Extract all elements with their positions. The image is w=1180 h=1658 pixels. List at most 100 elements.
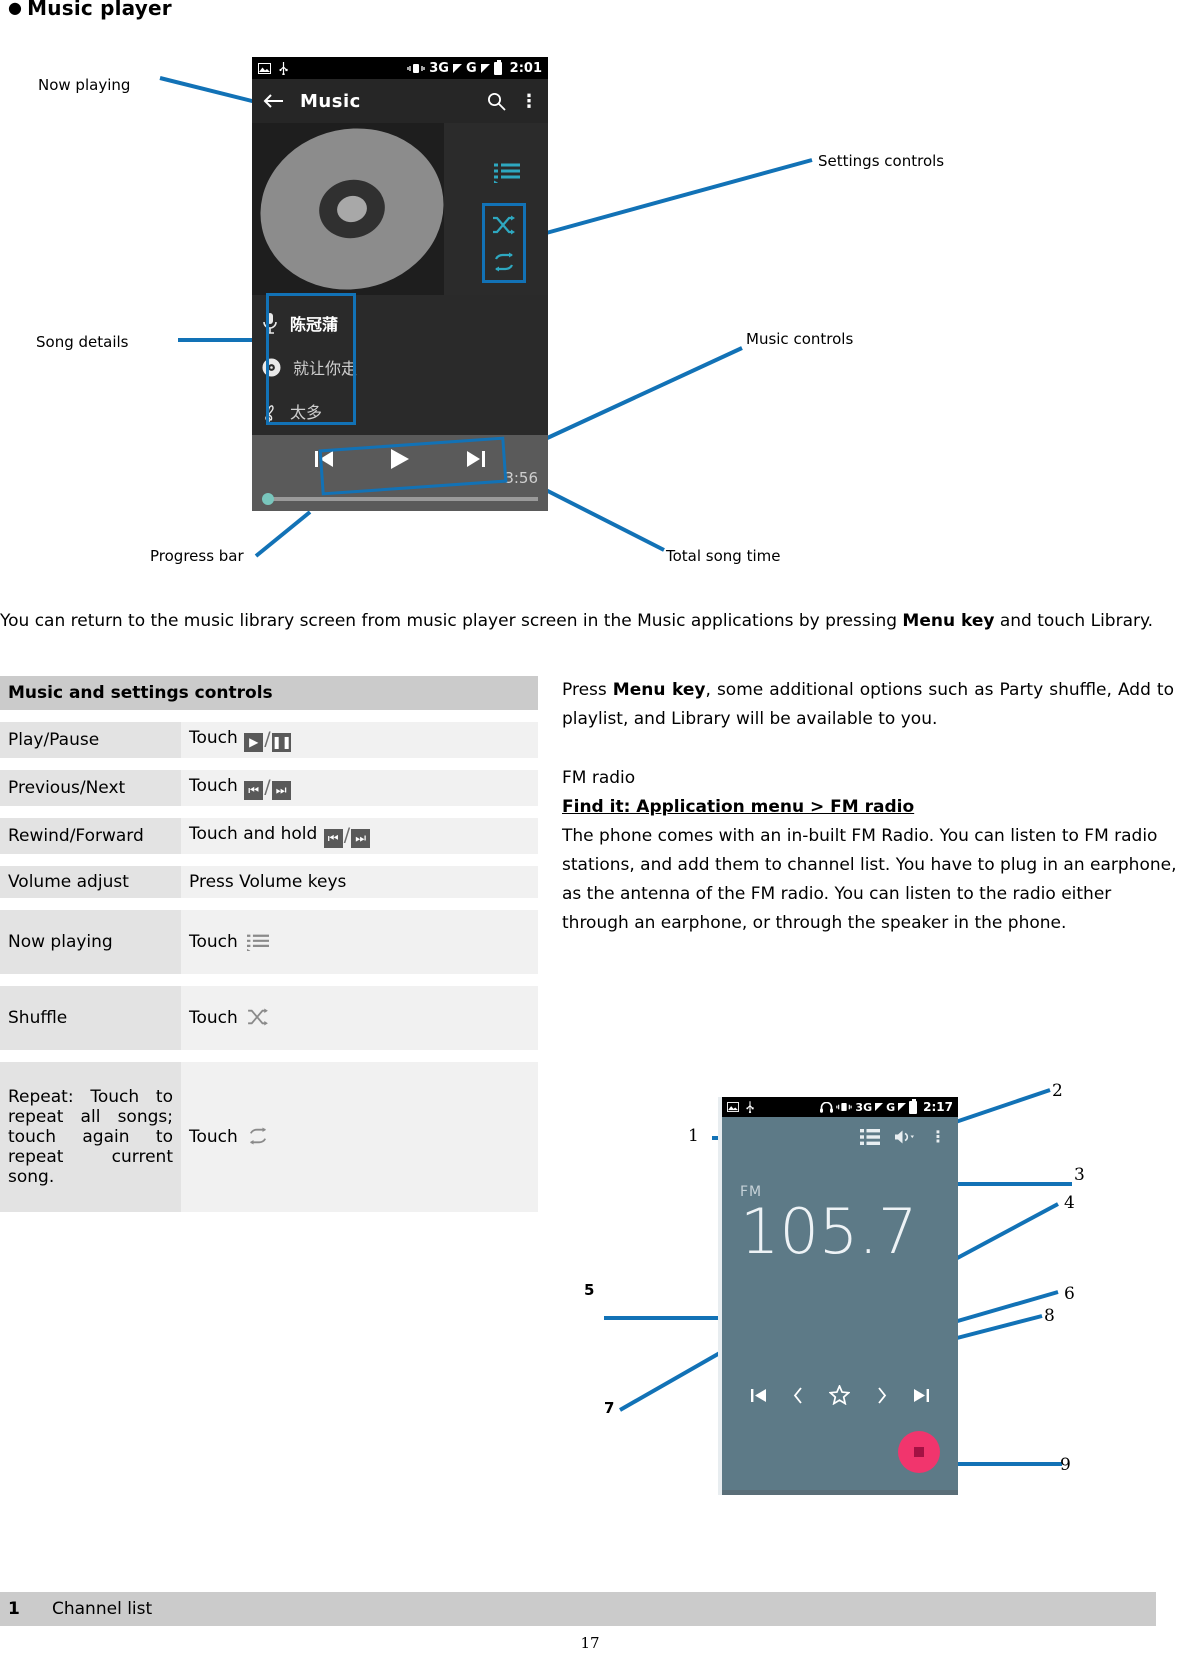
table-row: Rewind/Forward Touch and hold ⏮ / ⏭ — [0, 818, 538, 854]
next-icon[interactable] — [465, 449, 487, 469]
previous-icon: ⏮ — [244, 781, 264, 800]
network-3g-label: 3G — [429, 60, 449, 76]
channel-list-icon[interactable] — [860, 1128, 880, 1145]
manual-page: ● Music player Now playing Song details P… — [0, 0, 1180, 1658]
stop-icon — [914, 1447, 924, 1457]
row-label: Previous/Next — [0, 770, 181, 806]
usb-icon — [746, 1101, 754, 1113]
page-title: ● Music player — [8, 0, 172, 20]
now-playing-list-icon[interactable] — [494, 163, 520, 183]
usb-icon — [279, 61, 288, 75]
speaker-icon[interactable] — [894, 1129, 916, 1145]
status-bar-clock: 2:01 — [509, 60, 542, 76]
row-action-text: Touch — [189, 728, 244, 748]
row-separator — [0, 854, 538, 866]
album-disc-icon — [262, 358, 281, 377]
table-row: Previous/Next Touch ⏮ / ⏭ — [0, 770, 538, 806]
status-bar: 3G G 2:01 — [252, 57, 548, 79]
next-channel-icon[interactable] — [913, 1388, 930, 1403]
microphone-icon — [262, 312, 278, 334]
footer-label: Channel list — [52, 1599, 153, 1619]
row-action-text: Touch — [189, 1127, 244, 1147]
page-title-text: Music player — [27, 0, 172, 20]
row-label: Play/Pause — [0, 722, 181, 758]
fm-stop-button[interactable] — [898, 1431, 940, 1473]
row-action: Touch — [181, 986, 538, 1050]
tune-down-icon[interactable] — [792, 1386, 805, 1404]
fm-callout-6: 6 — [1064, 1284, 1075, 1304]
shuffle-icon[interactable] — [492, 215, 516, 235]
row-separator — [0, 974, 538, 986]
row-separator — [0, 898, 538, 910]
network-g-label: G — [886, 1100, 896, 1114]
network-3g-label: 3G — [855, 1100, 873, 1114]
fm-radio-paragraph: The phone comes with an in-built FM Radi… — [562, 826, 1177, 933]
previous-channel-icon[interactable] — [750, 1388, 767, 1403]
table-header-row: Music and settings controls — [0, 676, 538, 710]
right-column: Press Menu key, some additional options … — [562, 676, 1176, 938]
fm-callout-3: 3 — [1074, 1165, 1085, 1185]
vibrate-icon — [407, 63, 425, 74]
side-control-panel — [444, 123, 548, 295]
row-label: Now playing — [0, 910, 181, 974]
row-action-text: Touch — [189, 776, 244, 796]
menu-paragraph-pre: Press — [562, 680, 613, 700]
search-icon[interactable] — [487, 92, 506, 111]
fm-callout-5: 5 — [584, 1281, 595, 1299]
row-separator — [0, 1050, 538, 1062]
table-row: Now playing Touch — [0, 910, 538, 974]
table-row: Play/Pause Touch ▶/❚❚ — [0, 722, 538, 758]
fm-frequency-display: FM 105.7 — [722, 1146, 958, 1264]
fm-overflow-menu-icon[interactable]: ⋮ — [930, 1127, 946, 1146]
annotation-settings-controls: Settings controls — [818, 152, 945, 170]
channel-list-footer-row: 1 Channel list — [0, 1592, 1156, 1626]
intro-text-bold: Menu key — [902, 611, 995, 631]
back-icon[interactable] — [262, 93, 284, 109]
play-icon[interactable] — [387, 447, 413, 471]
menu-paragraph-bold: Menu key — [612, 680, 706, 700]
menu-key-paragraph: Press Menu key, some additional options … — [562, 676, 1174, 734]
fm-status-bar: 3G G 2:17 — [722, 1097, 958, 1117]
signal-bars-icon-2 — [480, 63, 490, 73]
app-bar-title: Music — [300, 90, 361, 112]
table-row: Shuffle Touch — [0, 986, 538, 1050]
progress-bar-knob[interactable] — [262, 493, 274, 505]
repeat-icon[interactable] — [492, 252, 516, 272]
now-playing-list-icon — [247, 934, 270, 951]
footer-number: 1 — [8, 1599, 20, 1619]
find-it-line: Find it: Application menu > FM radio — [562, 797, 915, 817]
row-separator — [0, 710, 538, 722]
fm-callout-2: 2 — [1052, 1081, 1063, 1101]
screenshot-icon — [727, 1102, 739, 1112]
table-header-label: Music and settings controls — [0, 676, 538, 710]
row-action-text: Touch and hold — [189, 824, 323, 844]
fm-radio-title: FM radio — [562, 768, 636, 788]
tune-up-icon[interactable] — [875, 1386, 888, 1404]
overflow-menu-icon[interactable]: ⋮ — [520, 91, 538, 112]
headset-icon — [820, 1101, 834, 1113]
page-number: 17 — [580, 1634, 600, 1652]
star-icon[interactable] — [829, 1385, 851, 1405]
battery-icon — [909, 1098, 918, 1114]
previous-icon: ⏮ — [323, 829, 343, 848]
transport-bar: 3:56 — [252, 435, 548, 511]
row-action: Touch — [181, 910, 538, 974]
vibrate-icon — [836, 1102, 853, 1112]
app-bar: Music ⋮ — [252, 79, 548, 123]
annotation-now-playing: Now playing — [38, 76, 131, 94]
previous-icon[interactable] — [313, 449, 335, 469]
bullet-icon: ● — [8, 0, 23, 17]
fm-callout-1: 1 — [688, 1126, 699, 1146]
signal-bars-icon-1 — [875, 1103, 884, 1111]
fm-callout-8: 8 — [1044, 1306, 1055, 1326]
signal-bars-icon-2 — [898, 1103, 907, 1111]
progress-bar-track[interactable] — [262, 493, 538, 505]
row-label: Shuffle — [0, 986, 181, 1050]
album-disc-art — [252, 111, 459, 307]
disc-hole — [334, 193, 370, 225]
row-action: Touch ⏮ / ⏭ — [181, 770, 538, 806]
fm-callout-4: 4 — [1064, 1193, 1075, 1213]
total-song-time-text: 3:56 — [504, 469, 538, 487]
music-player-screenshot: 3G G 2:01 Music ⋮ 陈冠蒲 就让你走 太多 3:56 — [252, 57, 548, 511]
